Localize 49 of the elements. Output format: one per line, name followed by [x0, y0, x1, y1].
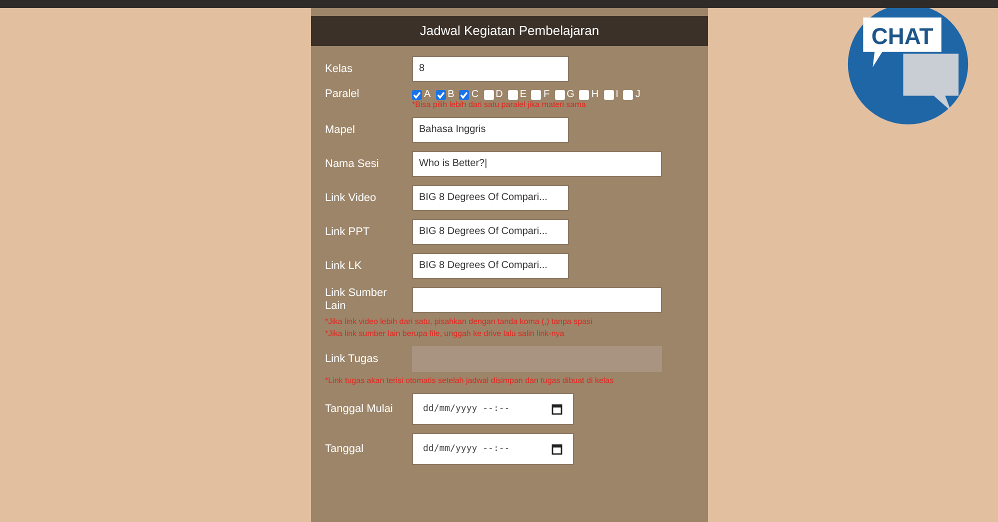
hint-text: *Jika link video lebih dari satu, pisahkan dengan tanda koma (,) tanpa spasi	[325, 317, 594, 326]
checkbox[interactable]	[531, 90, 542, 100]
calendar-icon[interactable]	[551, 443, 563, 455]
checkbox-label: C	[471, 89, 479, 100]
field-label: Link LK	[325, 260, 363, 272]
checkbox-label: J	[635, 89, 640, 100]
checkbox-label: I	[616, 89, 618, 100]
field-label: Nama Sesi	[325, 158, 380, 170]
checkbox-label: D	[496, 89, 503, 100]
field-label: Tanggal Mulai	[325, 402, 394, 416]
input-field[interactable]: 8	[412, 56, 569, 82]
checkbox[interactable]	[623, 90, 634, 100]
field-label: Paralel	[325, 88, 360, 101]
date-field[interactable]: dd/mm/yyyy --:--	[412, 393, 574, 425]
field-label: Tanggal	[325, 442, 365, 456]
checkbox[interactable]	[484, 90, 494, 100]
form-title: Jadwal Kegiatan Pembelajaran	[311, 16, 708, 46]
checkbox-label: F	[543, 89, 550, 100]
checkbox-label: H	[591, 89, 599, 100]
checkbox[interactable]	[554, 90, 565, 100]
date-field[interactable]: dd/mm/yyyy --:--	[412, 433, 574, 465]
checkbox[interactable]	[508, 90, 518, 100]
field-label: Link Sumber Lain	[325, 287, 388, 313]
date-placeholder: dd/mm/yyyy --:--	[423, 443, 510, 456]
input-field[interactable]: BIG 8 Degrees Of Compari...	[412, 219, 569, 245]
calendar-icon[interactable]	[551, 403, 563, 415]
field-label: Link Tugas	[325, 352, 380, 366]
checkbox[interactable]	[604, 90, 614, 100]
checkbox[interactable]	[579, 90, 590, 100]
field-label: Link Video	[325, 192, 378, 204]
hint-text: *Link tugas akan terisi otomatis setelah jadwal disimpan dan tugas dibuat di kelas	[325, 376, 615, 385]
hint-text: *Bisa pilih lebih dari satu paralel jika materi sama	[412, 100, 587, 109]
checkbox-label: B	[448, 89, 454, 100]
date-placeholder: dd/mm/yyyy --:--	[423, 403, 510, 416]
input-field[interactable]	[412, 287, 662, 313]
checkbox-label: G	[566, 89, 574, 100]
input-field[interactable]: Who is Better?|	[412, 151, 662, 177]
input-field[interactable]: Bahasa Inggris	[412, 117, 569, 143]
field-label: Kelas	[325, 62, 354, 76]
checkbox[interactable]	[459, 90, 470, 100]
checkbox-label: E	[520, 89, 526, 100]
checkbox-label: A	[424, 89, 431, 100]
input-field[interactable]: BIG 8 Degrees Of Compari...	[412, 185, 569, 211]
input-field[interactable]: BIG 8 Degrees Of Compari...	[412, 253, 569, 279]
field-label: Link PPT	[325, 226, 371, 238]
checkbox[interactable]	[412, 90, 422, 100]
hint-text: *Jika link sumber lain berupa file, unggah ke drive lalu salin link-nya	[325, 329, 566, 338]
checkbox[interactable]	[436, 90, 446, 100]
field-label: Mapel	[325, 124, 356, 136]
